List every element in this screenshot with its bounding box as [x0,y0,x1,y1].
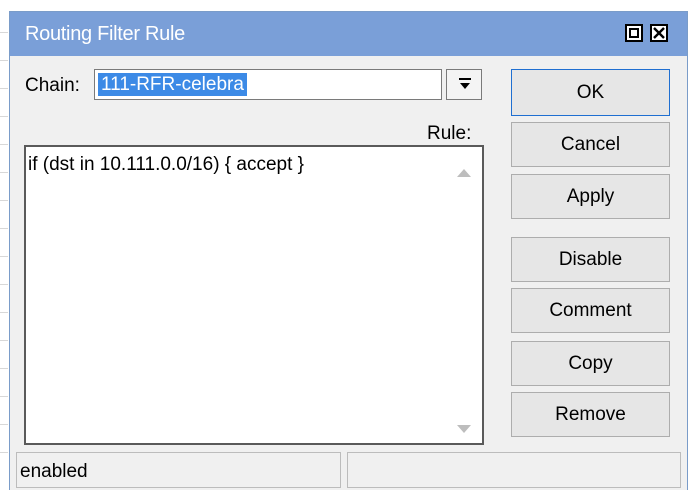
routing-filter-rule-dialog: Routing Filter Rule Chain: 111-RFR-celeb… [9,11,688,490]
disable-button[interactable]: Disable [511,237,670,282]
status-cell-left: enabled [16,452,341,488]
background-list-edge [0,0,8,490]
restore-icon[interactable] [625,24,643,42]
rule-scrollbar[interactable] [446,147,482,443]
window-title: Routing Filter Rule [25,23,185,45]
close-icon[interactable] [650,24,668,42]
cancel-button[interactable]: Cancel [511,122,670,167]
rule-label: Rule: [427,123,472,144]
chain-label: Chain: [25,75,80,96]
remove-button[interactable]: Remove [511,392,670,437]
rule-text[interactable]: if (dst in 10.111.0.0/16) { accept } [28,154,304,176]
chain-dropdown-button[interactable] [446,69,482,100]
chain-input[interactable]: 111-RFR-celebra [94,69,442,100]
rule-textarea[interactable]: if (dst in 10.111.0.0/16) { accept } [24,145,484,445]
ok-button[interactable]: OK [511,69,670,116]
dropdown-arrow-icon [459,78,471,89]
comment-button[interactable]: Comment [511,288,670,333]
scroll-up-icon[interactable] [457,169,471,177]
status-cell-right [347,452,681,488]
scroll-down-icon[interactable] [457,425,471,433]
title-bar[interactable]: Routing Filter Rule [10,12,687,56]
copy-button[interactable]: Copy [511,341,670,386]
apply-button[interactable]: Apply [511,174,670,219]
status-enabled-text: enabled [20,461,88,482]
status-bar: enabled [10,450,687,490]
chain-value[interactable]: 111-RFR-celebra [98,73,247,96]
